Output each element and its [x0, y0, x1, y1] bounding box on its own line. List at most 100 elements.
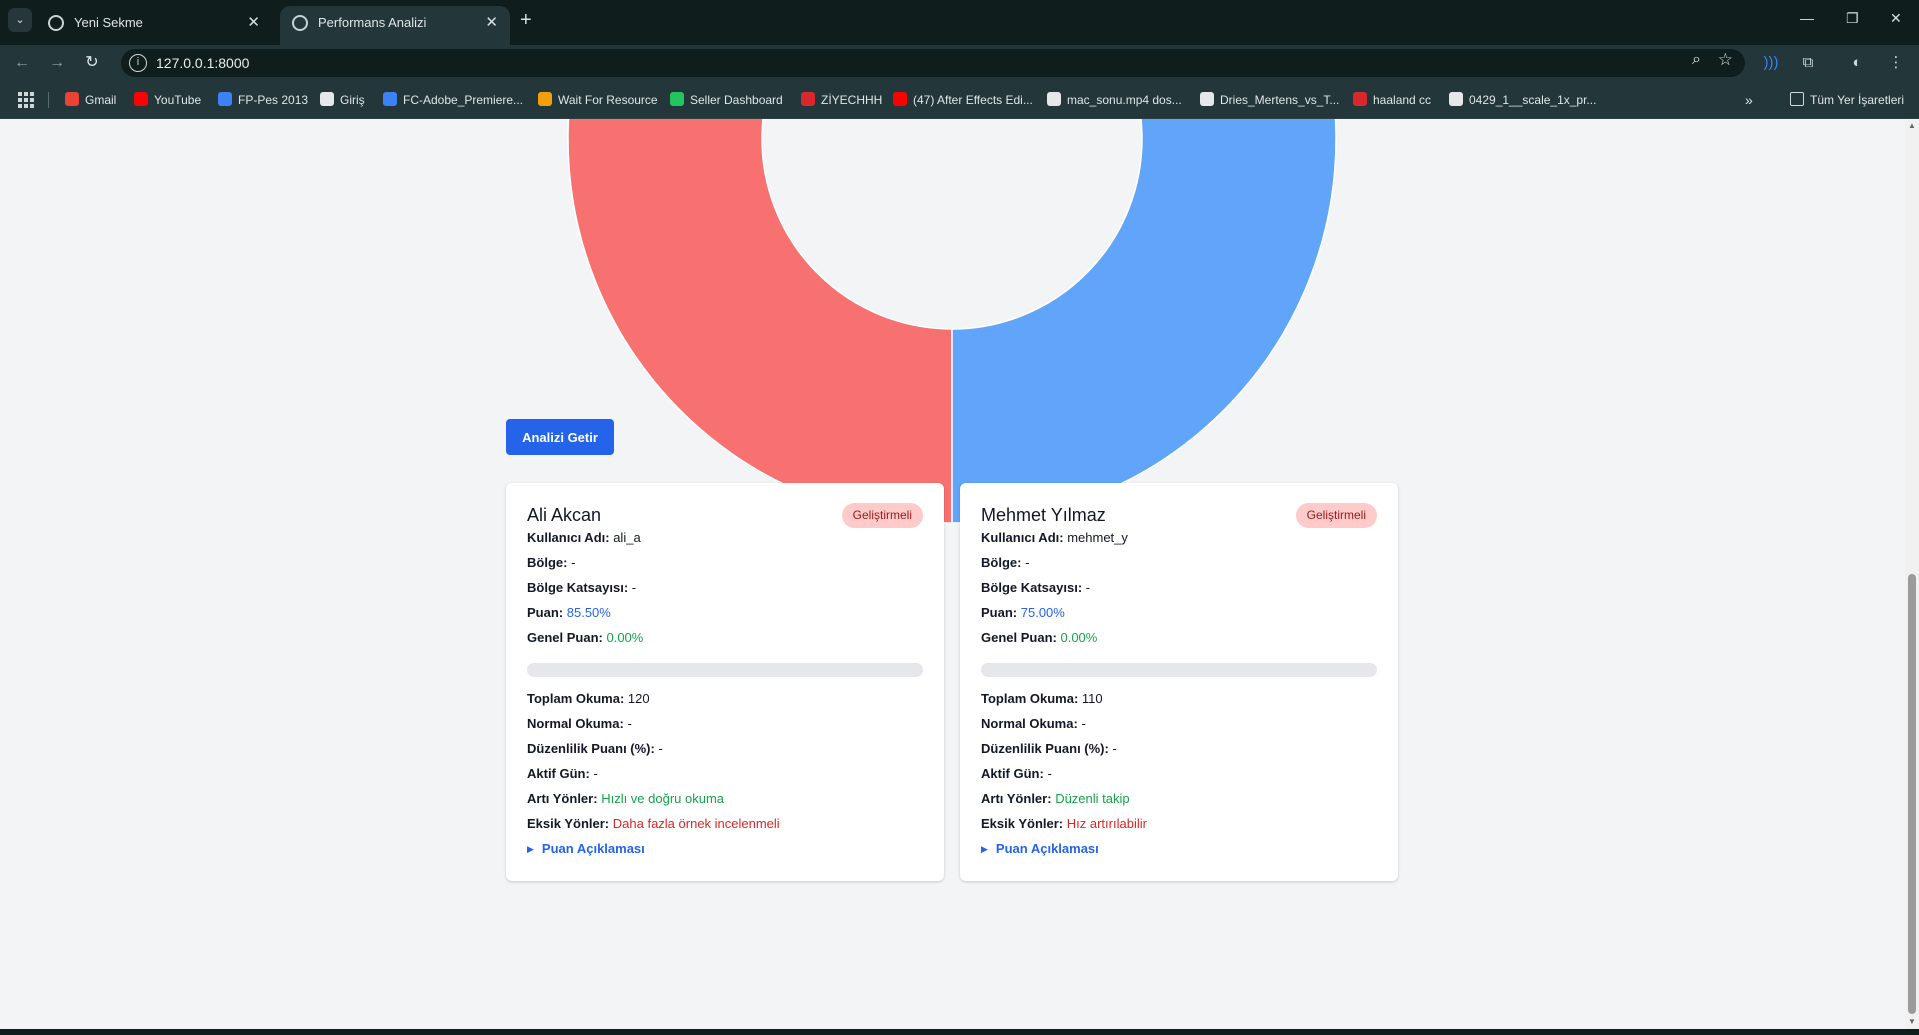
bookmark-label: 0429_1__scale_1x_pr... [1469, 93, 1597, 107]
field-label: Bölge Katsayısı: [981, 580, 1083, 595]
apps-grid-icon[interactable] [18, 92, 34, 108]
scroll-down-icon[interactable]: ▼ [1908, 1017, 1916, 1026]
back-icon[interactable]: ← [10, 51, 34, 75]
field-label: Düzenlilik Puanı (%): [981, 741, 1109, 756]
active-days-value: - [593, 766, 598, 781]
regularity-value: - [1112, 741, 1117, 756]
bookmark-label: mac_sonu.mp4 dos... [1067, 93, 1182, 107]
extension-icon[interactable]: ))) [1760, 52, 1782, 74]
tab-strip: ⌄ Yeni Sekme ✕ Performans Analizi ✕ + — … [0, 0, 1919, 45]
field-label: Eksik Yönler: [981, 816, 1064, 831]
score-row: Puan: 85.50% [527, 605, 611, 620]
forward-icon[interactable]: → [45, 51, 69, 75]
field-label: Aktif Gün: [527, 766, 590, 781]
extensions-puzzle-icon[interactable]: ⧉ [1797, 52, 1819, 74]
weaknesses-value: Daha fazla örnek incelenmeli [612, 816, 780, 831]
bookmark-star-icon[interactable]: ☆ [1718, 50, 1733, 70]
field-label: Artı Yönler: [981, 791, 1052, 806]
tab-yeni-sekme[interactable]: Yeni Sekme ✕ [36, 6, 272, 39]
total-reading-row: Toplam Okuma: 110 [981, 691, 1103, 706]
analyze-button[interactable]: Analizi Getir [506, 419, 614, 455]
scroll-up-icon[interactable]: ▲ [1908, 121, 1916, 130]
bookmark-item[interactable]: FC-Adobe_Premiere... [383, 81, 523, 119]
tab-performans-analizi[interactable]: Performans Analizi ✕ [280, 6, 510, 45]
general-score-row: Genel Puan: 0.00% [527, 630, 643, 645]
user-name: Ali Akcan [527, 505, 602, 525]
bookmark-item[interactable]: ZİYECHHH [801, 81, 882, 119]
status-badge: Geliştirmeli [1295, 503, 1377, 528]
more-bookmarks-icon[interactable]: » [1745, 81, 1753, 119]
field-label: Puan: [527, 605, 564, 620]
region-coef-row: Bölge Katsayısı: - [981, 580, 1090, 595]
bookmark-item[interactable]: FP-Pes 2013 [218, 81, 308, 119]
score-row: Puan: 75.00% [981, 605, 1065, 620]
bookmark-label: Gmail [85, 93, 117, 107]
weaknesses-row: Eksik Yönler: Hız artırılabilir [981, 816, 1147, 831]
total-reading-value: 120 [627, 691, 650, 706]
disclosure-triangle-icon: ▶ [981, 844, 988, 854]
general-score-row: Genel Puan: 0.00% [981, 630, 1097, 645]
score-value: 75.00% [1020, 605, 1065, 620]
disclosure-triangle-icon: ▶ [527, 844, 534, 854]
field-label: Toplam Okuma: [981, 691, 1079, 706]
zoom-icon[interactable]: ⌕ [1692, 51, 1701, 69]
minimize-icon[interactable]: — [1800, 10, 1814, 26]
drive-icon [1200, 92, 1214, 106]
bookmark-item[interactable]: Gmail [65, 81, 116, 119]
bookmark-item[interactable]: (47) After Effects Edi... [893, 81, 1033, 119]
youtube-icon [893, 92, 907, 106]
folder-icon [1790, 92, 1804, 106]
normal-reading-row: Normal Okuma: - [527, 716, 632, 731]
google-icon [538, 92, 552, 106]
fp-icon [218, 92, 232, 106]
general-score-progress [527, 663, 923, 677]
tab-search-button[interactable]: ⌄ [8, 8, 32, 32]
bookmark-item[interactable]: mac_sonu.mp4 dos... [1047, 81, 1182, 119]
bookmark-item[interactable]: Wait For Resource [538, 81, 658, 119]
region-value: - [1025, 555, 1030, 570]
url-text[interactable]: 127.0.0.1:8000 [156, 49, 249, 77]
site-info-icon[interactable]: i [129, 54, 147, 72]
new-tab-button[interactable]: + [520, 9, 532, 32]
general-score-progress [981, 663, 1377, 677]
bookmark-label: haaland cc [1373, 93, 1432, 107]
active-days-value: - [1047, 766, 1052, 781]
tab-title: Performans Analizi [318, 15, 427, 30]
username-row: Kullanıcı Adı: ali_a [527, 530, 641, 545]
bookmark-label: FP-Pes 2013 [238, 93, 309, 107]
close-icon[interactable]: ✕ [485, 6, 498, 39]
bookmark-item[interactable]: Giriş [320, 81, 365, 119]
all-bookmarks-folder[interactable]: Tüm Yer İşaretleri [1790, 81, 1904, 119]
score-explanation-toggle[interactable]: ▶ Puan Açıklaması [527, 841, 645, 856]
general-score-value: 0.00% [1060, 630, 1098, 645]
bookmark-item[interactable]: 0429_1__scale_1x_pr... [1449, 81, 1596, 119]
regularity-value: - [658, 741, 663, 756]
browser-toolbar: ← → ↻ i 127.0.0.1:8000 ⌕ ☆ ))) ⧉ ◐ ⋮ [0, 45, 1919, 81]
status-badge: Geliştirmeli [841, 503, 923, 528]
address-bar[interactable]: i 127.0.0.1:8000 ⌕ ☆ [121, 49, 1745, 77]
bookmark-label: Wait For Resource [558, 93, 658, 107]
reload-icon[interactable]: ↻ [80, 51, 104, 75]
details-label: Puan Açıklaması [541, 841, 645, 856]
bookmark-item[interactable]: haaland cc [1353, 81, 1431, 119]
seller-icon [670, 92, 684, 106]
score-value: 85.50% [566, 605, 611, 620]
scrollbar-thumb[interactable] [1908, 574, 1916, 1014]
more-menu-icon[interactable]: ⋮ [1885, 52, 1907, 74]
strengths-value: Düzenli takip [1055, 791, 1130, 806]
bookmark-label: Giriş [340, 93, 365, 107]
field-label: Genel Puan: [981, 630, 1057, 645]
field-label: Eksik Yönler: [527, 816, 610, 831]
profile-avatar-icon[interactable]: ◐ [1846, 52, 1868, 74]
page-scrollbar[interactable]: ▲ ▼ [1905, 119, 1919, 1029]
window-close-icon[interactable]: ✕ [1890, 10, 1902, 27]
details-label: Puan Açıklaması [995, 841, 1099, 856]
close-icon[interactable]: ✕ [247, 6, 260, 39]
regularity-row: Düzenlilik Puanı (%): - [981, 741, 1117, 756]
score-explanation-toggle[interactable]: ▶ Puan Açıklaması [981, 841, 1099, 856]
bookmark-item[interactable]: Dries_Mertens_vs_T... [1200, 81, 1339, 119]
bookmark-item[interactable]: Seller Dashboard [670, 81, 783, 119]
bookmark-item[interactable]: YouTube [134, 81, 201, 119]
restore-icon[interactable]: ❐ [1846, 10, 1859, 27]
bookmark-label: Seller Dashboard [690, 93, 783, 107]
